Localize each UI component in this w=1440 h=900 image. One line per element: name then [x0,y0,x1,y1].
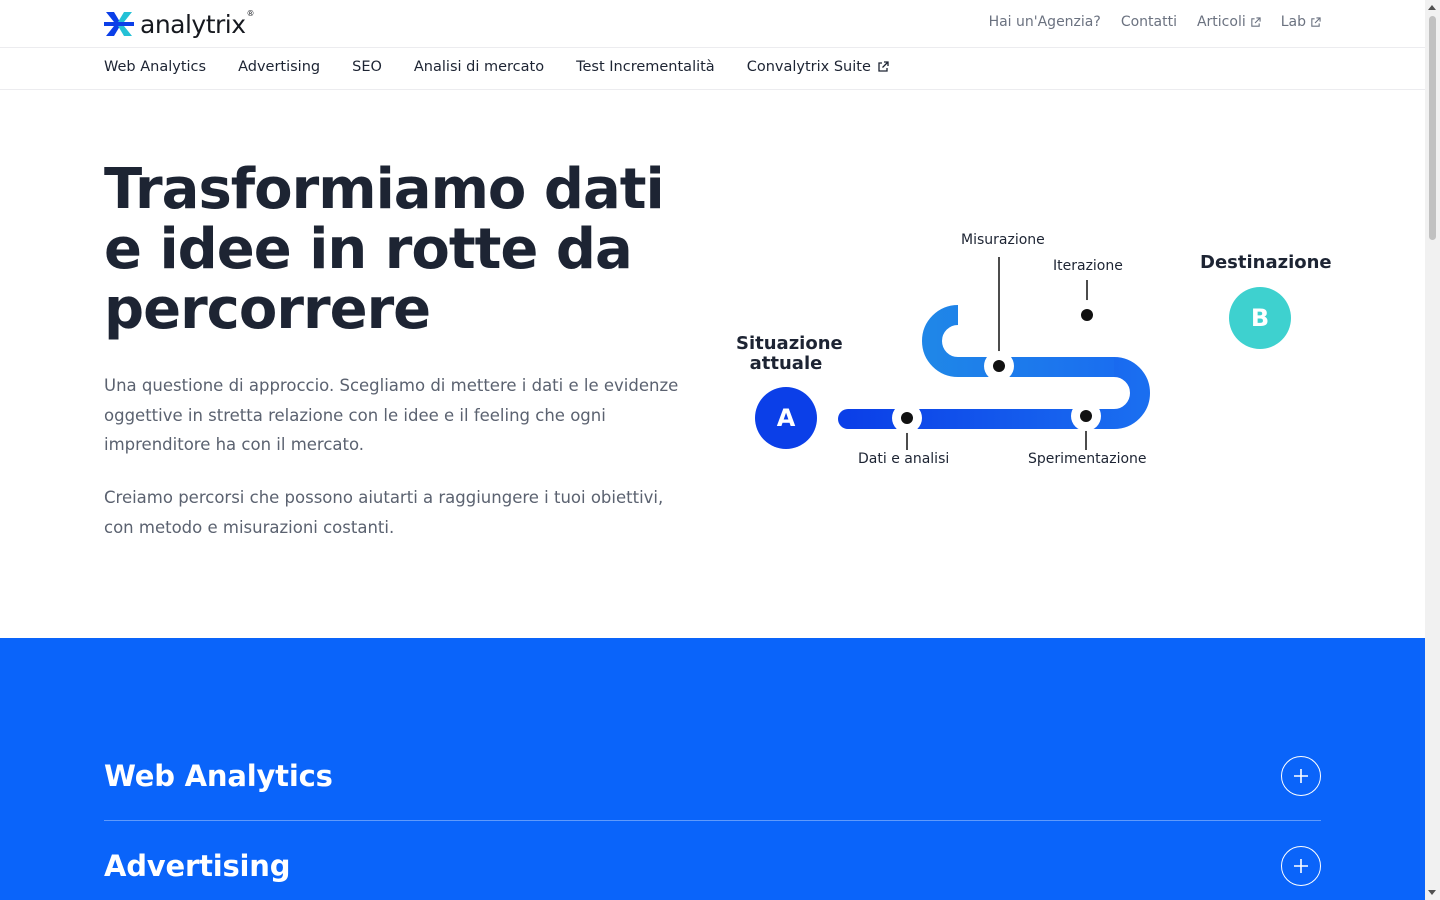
services-section: Web Analytics Advertising [0,638,1425,900]
hero-paragraph: Una questione di approccio. Scegliamo di… [104,376,679,454]
step-label-experiment: Sperimentazione [1028,451,1147,467]
accordion-title: Web Analytics [104,759,333,793]
external-link-icon [1251,16,1261,27]
plus-icon [1294,858,1308,873]
destination-label: Destinazione [1200,252,1332,273]
top-link-articoli[interactable]: Articoli [1197,14,1261,30]
brand-name: analytrix [140,9,246,39]
top-link-label: Contatti [1120,14,1177,30]
nav-item-analisi-di-mercato[interactable]: Analisi di mercato [414,59,544,75]
top-link-contatti[interactable]: Contatti [1121,14,1177,30]
route-diagram: Situazione attuale A Destinazione B Misu… [720,220,1340,490]
page: analytrix ® Hai un'Agenzia? Contatti Art… [0,0,1425,900]
nav-item-label: SEO [352,59,382,75]
utility-nav: Hai un'Agenzia? Contatti Articoli Lab [989,14,1321,30]
page-scrollbar[interactable] [1425,0,1440,900]
top-link-agenzia[interactable]: Hai un'Agenzia? [989,14,1101,30]
stop-marker-experiment [1071,401,1101,431]
accordion-advertising[interactable]: Advertising [104,821,1321,900]
nav-item-web-analytics[interactable]: Web Analytics [104,59,206,75]
nav-item-label: Advertising [238,59,321,75]
top-link-label: Articoli [1196,14,1246,30]
step-label-iterate: Iterazione [1053,258,1123,274]
nav-item-convalytrix-suite[interactable]: Convalytrix Suite [747,59,889,75]
start-point-a: A [755,387,817,449]
nav-item-label: Convalytrix Suite [746,59,871,75]
expand-button[interactable] [1281,756,1321,796]
nav-item-label: Analisi di mercato [413,59,545,75]
nav-item-label: Web Analytics [104,59,207,75]
start-label: Situazione attuale [736,333,843,374]
external-link-icon [878,61,889,72]
hero-title: Trasformiamo dati e idee in rotte da per… [104,157,665,342]
nav-item-label: Test Incrementalità [576,59,715,75]
brand-logo[interactable]: analytrix ® [104,8,255,40]
stop-marker-measure [984,351,1014,381]
main-nav: Web Analytics Advertising SEO Analisi di… [0,48,1425,90]
nav-item-advertising[interactable]: Advertising [238,59,320,75]
external-link-icon [1311,16,1321,27]
brand-registered-mark: ® [246,8,255,18]
step-label-data: Dati e analisi [858,451,950,467]
hero-paragraph: Creiamo percorsi che possono aiutarti a … [104,488,664,537]
stop-marker-data [892,403,922,433]
step-label-measure: Misurazione [961,232,1045,248]
destination-point-b: B [1229,287,1291,349]
accordion-title: Advertising [104,848,291,883]
nav-item-seo[interactable]: SEO [352,59,382,75]
scroll-down-arrow-icon[interactable] [1428,890,1436,895]
top-link-lab[interactable]: Lab [1281,14,1321,30]
stop-marker-iterate [1072,300,1102,330]
top-bar: analytrix ® Hai un'Agenzia? Contatti Art… [0,0,1425,48]
expand-button[interactable] [1281,845,1321,886]
scrollbar-thumb[interactable] [1429,16,1436,240]
logo-icon [104,12,134,36]
nav-item-test-incrementalita[interactable]: Test Incrementalità [576,59,715,75]
top-link-label: Hai un'Agenzia? [988,14,1101,30]
accordion-web-analytics[interactable]: Web Analytics [104,732,1321,821]
plus-icon [1294,769,1308,783]
top-link-label: Lab [1280,14,1306,30]
scroll-up-arrow-icon[interactable] [1428,5,1436,10]
